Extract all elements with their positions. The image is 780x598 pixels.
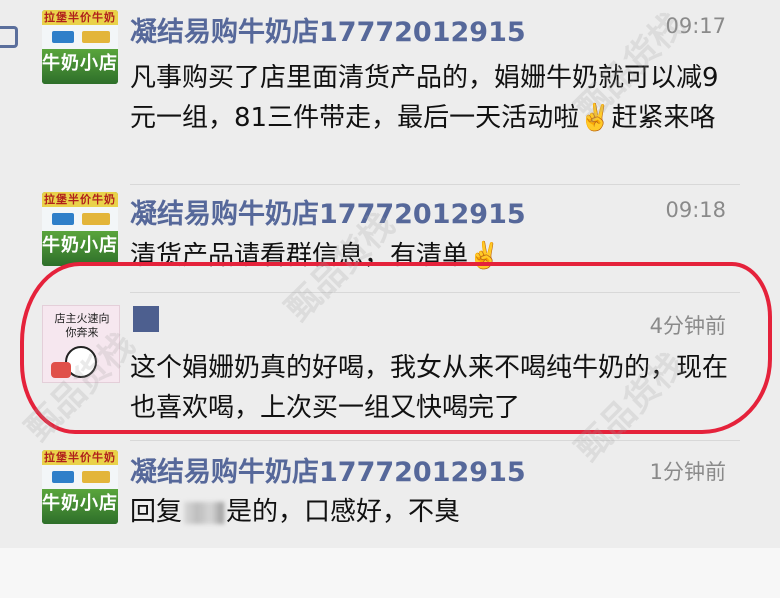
redacted-name bbox=[184, 501, 225, 524]
reply-prefix: 回复 bbox=[130, 497, 183, 527]
divider bbox=[130, 184, 740, 185]
avatar-store-label: 牛奶小店 bbox=[42, 231, 118, 266]
timestamp: 1分钟前 bbox=[649, 460, 726, 484]
timestamp: 4分钟前 bbox=[649, 314, 726, 338]
avatar[interactable]: 拉堡半价牛奶 牛奶小店 bbox=[42, 450, 118, 524]
sender-name[interactable]: 凝结易购牛奶店17772012915 bbox=[130, 192, 526, 231]
cartoon-bag-icon bbox=[51, 362, 71, 378]
reply-content: 是的，口感好，不臭 bbox=[226, 497, 461, 527]
avatar-caption: 店主火速向你奔来 bbox=[54, 312, 110, 339]
sender-name-redacted[interactable] bbox=[133, 306, 159, 332]
divider bbox=[130, 292, 740, 293]
divider bbox=[130, 440, 740, 441]
avatar-banner: 拉堡半价牛奶 bbox=[42, 192, 118, 207]
avatar-banner: 拉堡半价牛奶 bbox=[42, 10, 118, 25]
message-text: 凡事购买了店里面清货产品的，娟姗牛奶就可以减9元一组，81三件带走，最后一天活动… bbox=[130, 63, 719, 133]
avatar[interactable]: 拉堡半价牛奶 牛奶小店 bbox=[42, 10, 118, 84]
bottom-bar bbox=[0, 548, 780, 598]
avatar-banner: 拉堡半价牛奶 bbox=[42, 450, 118, 465]
avatar-store-label: 牛奶小店 bbox=[42, 489, 118, 524]
sender-name[interactable]: 凝结易购牛奶店17772012915 bbox=[130, 10, 526, 49]
chat-feed: 拉堡半价牛奶 牛奶小店 凝结易购牛奶店17772012915 09:17 凡事购… bbox=[0, 0, 780, 598]
avatar-store-label: 牛奶小店 bbox=[42, 49, 118, 84]
avatar[interactable]: 店主火速向你奔来 bbox=[42, 305, 120, 383]
message-text: 清货产品请看群信息，有清单✌️ bbox=[130, 241, 501, 271]
avatar[interactable]: 拉堡半价牛奶 牛奶小店 bbox=[42, 192, 118, 266]
timestamp: 09:17 bbox=[665, 14, 726, 38]
reply-text: 回复 是的，口感好，不臭 bbox=[130, 492, 730, 532]
comment-icon[interactable] bbox=[0, 26, 18, 48]
sender-name[interactable]: 凝结易购牛奶店17772012915 bbox=[130, 450, 526, 489]
timestamp: 09:18 bbox=[665, 198, 726, 222]
message-text: 这个娟姗奶真的好喝，我女从来不喝纯牛奶的，现在也喜欢喝，上次买一组又快喝完了 bbox=[130, 353, 729, 423]
